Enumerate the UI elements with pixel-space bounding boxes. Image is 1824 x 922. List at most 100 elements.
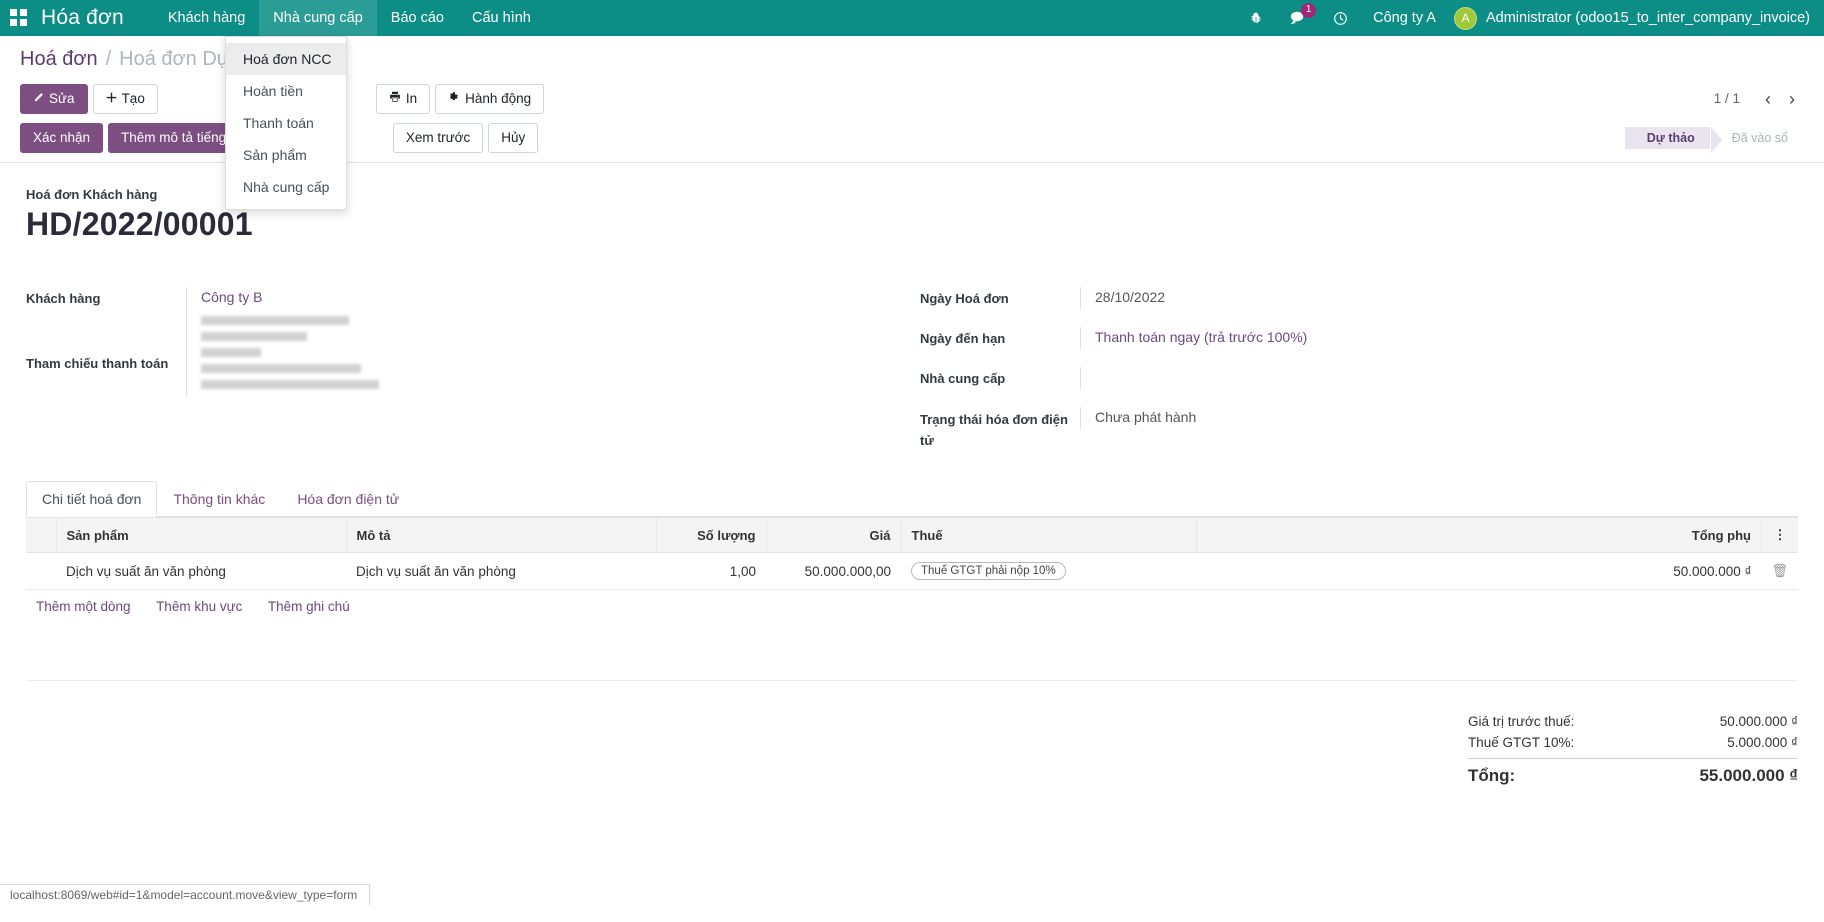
notebook: Chi tiết hoá đơn Thông tin khác Hóa đơn … xyxy=(26,481,1798,789)
field-ngay-hoa-don: Ngày Hoá đơn 28/10/2022 xyxy=(920,287,1768,309)
notebook-tabs: Chi tiết hoá đơn Thông tin khác Hóa đơn … xyxy=(26,481,1798,517)
column-options-icon[interactable]: ⋮ xyxy=(1761,518,1798,553)
nav-menu-cau-hinh[interactable]: Cấu hình xyxy=(458,0,545,36)
status-bar: Dự thảo Đã vào sổ xyxy=(1626,127,1804,149)
field-trang-thai-hoa-don-dien-tu-label: Trạng thái hóa đơn điện tử xyxy=(920,407,1080,451)
total-tax-value: 5.000.000 ₫ xyxy=(1673,735,1798,750)
clock-icon[interactable] xyxy=(1333,11,1348,26)
total-grand-label: Tổng: xyxy=(1468,766,1515,786)
invoice-lines-table: Sản phẩm Mô tả Số lượng Giá Thuế Tổng ph… xyxy=(26,517,1798,623)
form-sheet: Hoá đơn Khách hàng HD/2022/00001 Khách h… xyxy=(0,163,1824,789)
confirm-button[interactable]: Xác nhận xyxy=(20,123,103,153)
create-button[interactable]: Tạo xyxy=(93,84,158,114)
field-ngay-hoa-don-label: Ngày Hoá đơn xyxy=(920,287,1080,309)
trash-icon[interactable]: 🗑 xyxy=(1761,553,1798,590)
company-switcher[interactable]: Công ty A xyxy=(1373,10,1436,26)
gear-icon xyxy=(448,90,460,108)
total-untaxed-label: Giá trị trước thuế: xyxy=(1468,714,1574,729)
field-ngay-hoa-don-value[interactable]: 28/10/2022 xyxy=(1080,287,1768,309)
table-row[interactable]: Dịch vụ suất ăn văn phòng Dịch vụ suất ă… xyxy=(26,553,1798,590)
field-ngay-den-han: Ngày đến hạn Thanh toán ngay (trả trước … xyxy=(920,327,1768,349)
fields-grid: Khách hàng Công ty B Tham chiếu thanh xyxy=(26,287,1798,469)
field-tham-chieu-thanh-toan-label: Tham chiếu thanh toán xyxy=(26,352,186,374)
col-mo-ta[interactable]: Mô tả xyxy=(346,518,656,553)
invoice-lines-head: Sản phẩm Mô tả Số lượng Giá Thuế Tổng ph… xyxy=(26,518,1798,553)
add-links-row: Thêm một dòng Thêm khu vực Thêm ghi chú xyxy=(26,590,1798,624)
cell-thue[interactable]: Thuế GTGT phải nộp 10% xyxy=(901,553,1196,590)
bug-icon[interactable] xyxy=(1249,11,1263,26)
print-button[interactable]: In xyxy=(376,84,430,114)
totals-block: Giá trị trước thuế: 50.000.000 ₫ Thuế GT… xyxy=(1468,711,1798,789)
col-tong-phu[interactable]: Tổng phụ xyxy=(1196,518,1761,553)
cell-gia[interactable]: 50.000.000,00 xyxy=(766,553,901,590)
status-posted[interactable]: Đã vào sổ xyxy=(1710,127,1804,149)
create-button-label: Tạo xyxy=(122,90,145,108)
total-untaxed-value: 50.000.000 ₫ xyxy=(1673,714,1798,729)
user-menu[interactable]: A Administrator (odoo15_to_inter_company… xyxy=(1454,7,1810,30)
preview-button[interactable]: Xem trước xyxy=(393,123,483,153)
field-ngay-den-han-value[interactable]: Thanh toán ngay (trả trước 100%) xyxy=(1080,327,1768,349)
cell-tong-phu: 50.000.000 ₫ xyxy=(1196,553,1761,590)
field-tham-chieu-thanh-toan: Tham chiếu thanh toán xyxy=(26,352,882,392)
breadcrumb-separator: / xyxy=(106,48,112,71)
action-button-label: Hành động xyxy=(465,90,531,108)
cell-san-pham[interactable]: Dịch vụ suất ăn văn phòng xyxy=(56,553,346,590)
field-nha-cung-cap-label: Nhà cung cấp xyxy=(920,367,1080,389)
dropdown-item-hoan-tien[interactable]: Hoàn tiền xyxy=(226,75,346,107)
dropdown-item-hoa-don-ncc[interactable]: Hoá đơn NCC xyxy=(226,43,346,75)
nav-menu-nha-cung-cap[interactable]: Nhà cung cấp xyxy=(259,0,376,36)
dropdown-item-san-pham[interactable]: Sản phẩm xyxy=(226,139,346,171)
col-thue[interactable]: Thuế xyxy=(901,518,1196,553)
chat-bubble-icon[interactable]: 1 xyxy=(1289,10,1307,26)
nav-menu-bao-cao[interactable]: Báo cáo xyxy=(377,0,458,36)
chevron-left-icon[interactable]: ‹ xyxy=(1756,90,1780,108)
total-grand-row: Tổng: 55.000.000 ₫ xyxy=(1468,758,1798,789)
add-links-cell: Thêm một dòng Thêm khu vực Thêm ghi chú xyxy=(26,590,1798,624)
cancel-button[interactable]: Hủy xyxy=(488,123,538,153)
cell-so-luong[interactable]: 1,00 xyxy=(656,553,766,590)
field-ngay-den-han-label: Ngày đến hạn xyxy=(920,327,1080,349)
tab-chi-tiet-hoa-don[interactable]: Chi tiết hoá đơn xyxy=(26,481,157,517)
breadcrumb-root[interactable]: Hoá đơn xyxy=(20,48,98,71)
add-line-link[interactable]: Thêm một dòng xyxy=(36,599,131,614)
field-trang-thai-hoa-don-dien-tu-value: Chưa phát hành xyxy=(1080,407,1768,429)
plus-icon xyxy=(106,90,117,108)
total-tax-row: Thuế GTGT 10%: 5.000.000 ₫ xyxy=(1468,732,1798,753)
tax-badge: Thuế GTGT phải nộp 10% xyxy=(911,562,1066,580)
printer-icon xyxy=(389,90,401,108)
page-title: HD/2022/00001 xyxy=(26,206,1798,243)
col-san-pham[interactable]: Sản phẩm xyxy=(56,518,346,553)
table-header-row: Sản phẩm Mô tả Số lượng Giá Thuế Tổng ph… xyxy=(26,518,1798,553)
lines-empty-space xyxy=(26,623,1798,681)
col-so-luong[interactable]: Số lượng xyxy=(656,518,766,553)
field-trang-thai-hoa-don-dien-tu: Trạng thái hóa đơn điện tử Chưa phát hàn… xyxy=(920,407,1768,451)
status-draft[interactable]: Dự thảo xyxy=(1625,127,1711,149)
fields-column-left: Khách hàng Công ty B Tham chiếu thanh xyxy=(26,287,912,469)
action-button[interactable]: Hành động xyxy=(435,84,544,114)
print-button-label: In xyxy=(406,90,417,108)
form-sheet-background: Hoá đơn Khách hàng HD/2022/00001 Khách h… xyxy=(0,163,1824,905)
tab-thong-tin-khac[interactable]: Thông tin khác xyxy=(157,481,281,517)
invoice-lines-body: Dịch vụ suất ăn văn phòng Dịch vụ suất ă… xyxy=(26,553,1798,624)
add-section-link[interactable]: Thêm khu vực xyxy=(156,599,242,614)
field-nha-cung-cap: Nhà cung cấp xyxy=(920,367,1768,389)
dropdown-item-thanh-toan[interactable]: Thanh toán xyxy=(226,107,346,139)
dropdown-item-nha-cung-cap[interactable]: Nhà cung cấp xyxy=(226,171,346,203)
apps-grid-icon[interactable] xyxy=(10,9,28,27)
cell-mo-ta[interactable]: Dịch vụ suất ăn văn phòng xyxy=(346,553,656,590)
messages-count-badge: 1 xyxy=(1301,3,1316,18)
col-gia[interactable]: Giá xyxy=(766,518,901,553)
app-brand-title[interactable]: Hóa đơn xyxy=(41,6,124,30)
edit-button[interactable]: Sửa xyxy=(20,84,88,114)
tab-hoa-don-dien-tu[interactable]: Hóa đơn điện tử xyxy=(281,481,415,517)
row-drag-handle[interactable] xyxy=(26,553,56,590)
avatar: A xyxy=(1454,7,1477,30)
pager-area: 1 / 1 ‹ › xyxy=(1714,90,1804,108)
lines-gap xyxy=(26,681,1798,701)
nav-menu-khach-hang[interactable]: Khách hàng xyxy=(154,0,259,36)
field-nha-cung-cap-value[interactable] xyxy=(1080,367,1768,389)
pager-value: 1 / 1 xyxy=(1714,91,1740,106)
edit-button-label: Sửa xyxy=(49,90,75,108)
chevron-right-icon[interactable]: › xyxy=(1780,90,1804,108)
add-note-link[interactable]: Thêm ghi chú xyxy=(268,599,350,614)
